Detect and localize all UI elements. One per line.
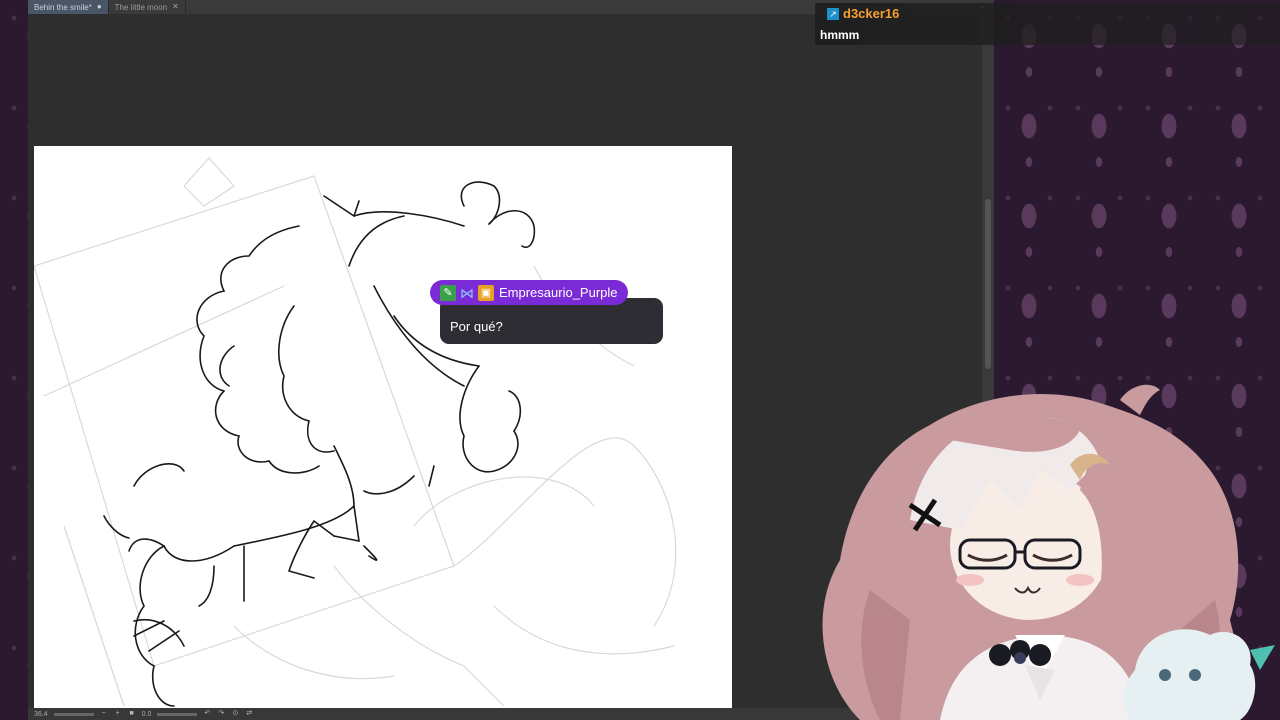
chat-bubble-header: ✎ ⋈ ▣ Empresaurio_Purple — [430, 280, 628, 305]
sketch-artwork — [34, 157, 677, 707]
gift-icon: ▣ — [478, 284, 494, 301]
drawing-canvas[interactable] — [34, 146, 732, 710]
tab-label: The little moon — [114, 2, 168, 12]
tab-label: Behin the smile* — [34, 2, 92, 12]
rotate-left-icon[interactable]: ↶ — [203, 710, 211, 718]
zoom-value: 36.4 — [34, 710, 48, 718]
flip-icon[interactable]: ⇄ — [245, 710, 253, 718]
broadcaster-arrow-icon: ↗ — [827, 7, 839, 20]
chat-bubble-username: Empresaurio_Purple — [499, 285, 618, 300]
chat-message-top: ↗ d3cker16 hmmm — [815, 3, 1280, 45]
fit-icon[interactable]: ■ — [128, 710, 136, 718]
zoom-in-icon[interactable]: + — [114, 710, 122, 718]
chat-bubble-text: Por qué? — [450, 319, 503, 334]
tab-the-little-moon[interactable]: The little moon ✕ — [109, 0, 186, 14]
angle-value: 0.0 — [141, 710, 152, 718]
stream-scene: Behin the smile* ● The little moon ✕ ⌄ — [0, 0, 1280, 720]
reset-rotation-icon[interactable]: ⊙ — [231, 710, 239, 718]
bow-icon: ⋈ — [460, 284, 474, 301]
zoom-slider[interactable] — [53, 712, 94, 716]
wallpaper-left — [0, 0, 28, 720]
scrollbar-thumb[interactable] — [985, 199, 991, 369]
chat-message-text: hmmm — [820, 28, 860, 42]
vtuber-avatar — [822, 384, 1275, 720]
chat-username: d3cker16 — [843, 6, 900, 21]
tab-behin-the-smile[interactable]: Behin the smile* ● — [28, 0, 109, 14]
sword-icon: ✎ — [440, 284, 456, 301]
zoom-out-icon[interactable]: − — [100, 710, 108, 718]
unsaved-dot-icon: ● — [96, 2, 102, 11]
rotate-right-icon[interactable]: ↷ — [217, 710, 225, 718]
rotation-slider[interactable] — [157, 712, 198, 716]
close-tab-icon[interactable]: ✕ — [172, 3, 179, 11]
